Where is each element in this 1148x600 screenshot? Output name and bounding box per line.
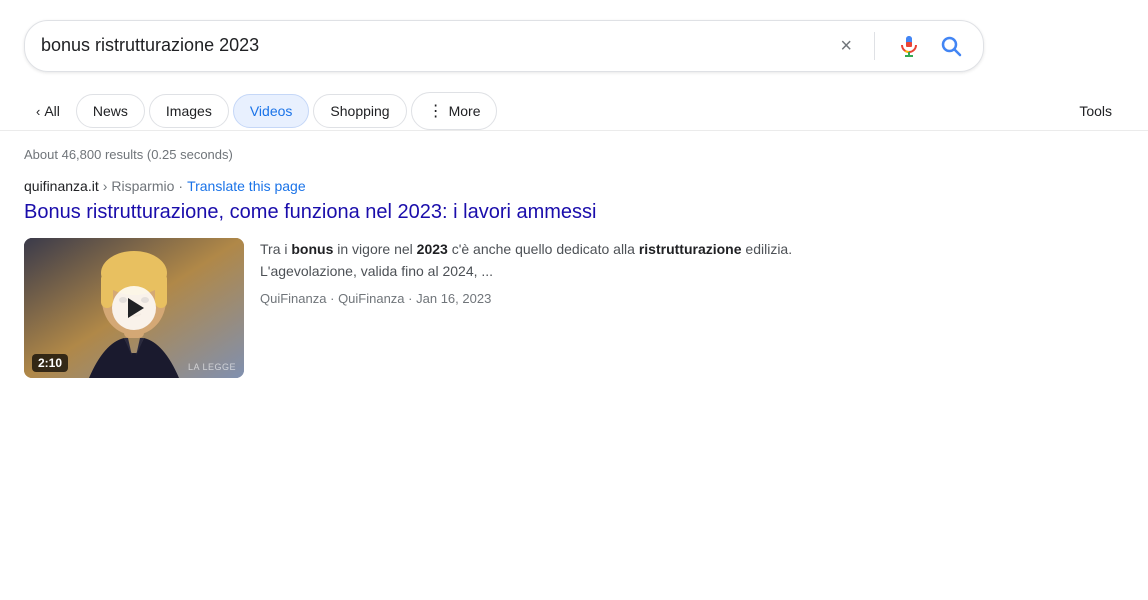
search-bar: bonus ristrutturazione 2023 × (24, 20, 984, 72)
video-watermark: LA LEGGE (188, 362, 236, 372)
tab-images-label: Images (166, 103, 212, 119)
search-divider (874, 32, 875, 60)
video-play-button[interactable] (112, 286, 156, 330)
results-stats: About 46,800 results (0.25 seconds) (0, 131, 1148, 170)
tabs-bar: ‹ All News Images Videos Shopping ⋮ More… (0, 84, 1148, 131)
tools-button[interactable]: Tools (1067, 95, 1124, 127)
stats-text: About 46,800 results (0.25 seconds) (24, 147, 233, 162)
microphone-icon (897, 34, 921, 58)
breadcrumb-dot-separator: · (178, 178, 183, 194)
tab-all[interactable]: ‹ All (24, 95, 72, 127)
search-input[interactable]: bonus ristrutturazione 2023 (41, 33, 826, 58)
play-triangle-icon (128, 298, 144, 318)
result-breadcrumb: quifinanza.it › Risparmio · Translate th… (24, 178, 796, 194)
tab-shopping-label: Shopping (330, 103, 389, 119)
result-date: Jan 16, 2023 (416, 291, 491, 306)
tab-more-label: More (449, 103, 481, 119)
clear-search-button[interactable]: × (836, 31, 856, 62)
search-bar-container: bonus ristrutturazione 2023 × (0, 0, 1148, 84)
voice-search-button[interactable] (893, 30, 925, 62)
source-name: QuiFinanza (260, 291, 326, 306)
source-name-repeat: QuiFinanza (338, 291, 404, 306)
tab-all-label: All (44, 103, 60, 119)
tab-shopping[interactable]: Shopping (313, 94, 406, 128)
tab-news-label: News (93, 103, 128, 119)
tab-more[interactable]: ⋮ More (411, 92, 498, 130)
tools-label: Tools (1079, 103, 1112, 119)
back-arrow-icon: ‹ (36, 104, 40, 119)
snippet-text: Tra i bonus in vigore nel 2023 c'è anche… (260, 238, 796, 283)
snippet-source: QuiFinanza · QuiFinanza · Jan 16, 2023 (260, 291, 796, 306)
result-site: quifinanza.it (24, 178, 99, 194)
source-dot-sep2: · (408, 291, 416, 306)
breadcrumb-path: Risparmio (111, 178, 174, 194)
tab-videos[interactable]: Videos (233, 94, 310, 128)
three-dots-icon: ⋮ (428, 101, 445, 121)
tab-videos-label: Videos (250, 103, 293, 119)
result-title[interactable]: Bonus ristrutturazione, come funziona ne… (24, 198, 796, 226)
result-item: quifinanza.it › Risparmio · Translate th… (0, 170, 820, 394)
video-thumbnail[interactable]: 2:10 LA LEGGE (24, 238, 244, 378)
translate-link[interactable]: Translate this page (187, 178, 306, 194)
snippet-area: Tra i bonus in vigore nel 2023 c'è anche… (260, 238, 796, 306)
video-duration: 2:10 (32, 354, 68, 372)
source-dot-sep: · (330, 291, 338, 306)
tab-news[interactable]: News (76, 94, 145, 128)
result-content-row: 2:10 LA LEGGE Tra i bonus in vigore nel … (24, 238, 796, 378)
search-submit-icon (939, 34, 963, 58)
breadcrumb-separator: › (103, 178, 108, 194)
tab-images[interactable]: Images (149, 94, 229, 128)
search-submit-button[interactable] (935, 30, 967, 62)
